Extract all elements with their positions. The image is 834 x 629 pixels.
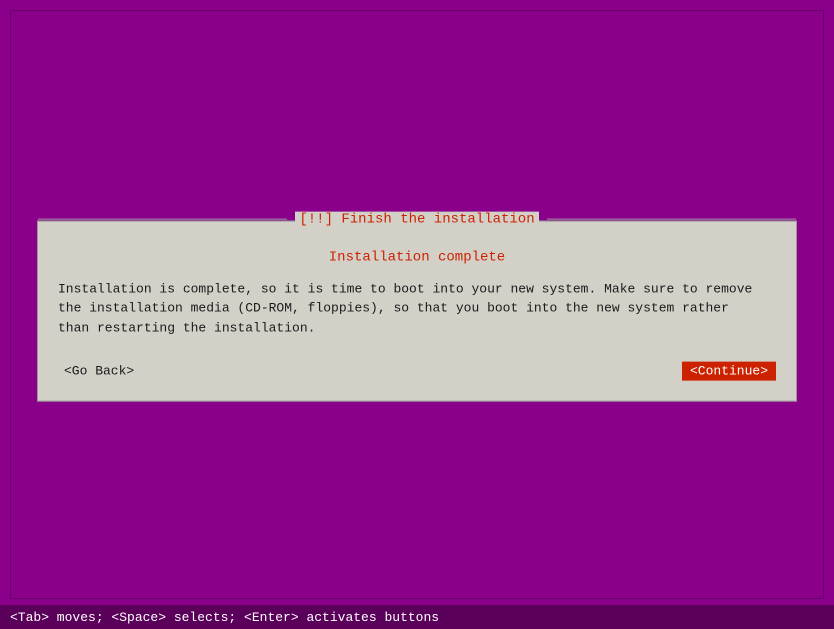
dialog-buttons: <Go Back> <Continue> — [58, 358, 776, 381]
dialog-content: Installation complete Installation is co… — [38, 221, 796, 401]
dialog-title-bar: [!!] Finish the installation — [38, 211, 796, 227]
dialog-title: [!!] Finish the installation — [295, 211, 538, 227]
continue-button[interactable]: <Continue> — [682, 362, 776, 381]
message-line2: the installation media (CD-ROM, floppies… — [58, 301, 729, 316]
dialog-wrapper: [!!] Finish the installation Installatio… — [37, 220, 797, 402]
dialog: [!!] Finish the installation Installatio… — [37, 220, 797, 402]
installation-complete-title: Installation complete — [58, 249, 776, 265]
status-bar: <Tab> moves; <Space> selects; <Enter> ac… — [0, 605, 834, 629]
screen: [!!] Finish the installation Installatio… — [0, 0, 834, 629]
title-line-left — [38, 219, 287, 220]
title-line-right — [547, 219, 796, 220]
status-text: <Tab> moves; <Space> selects; <Enter> ac… — [10, 610, 439, 625]
dialog-message: Installation is complete, so it is time … — [58, 279, 776, 338]
go-back-button[interactable]: <Go Back> — [58, 362, 140, 381]
message-line3: than restarting the installation. — [58, 320, 315, 335]
message-line1: Installation is complete, so it is time … — [58, 281, 752, 296]
